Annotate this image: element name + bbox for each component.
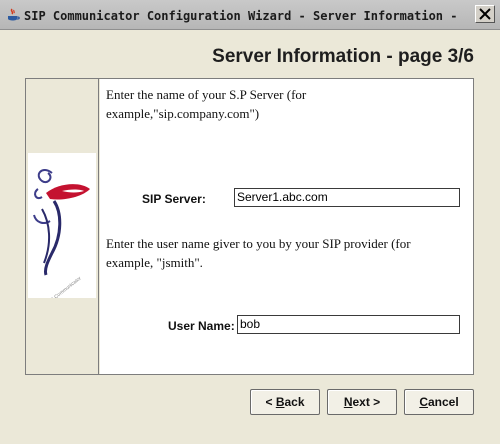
wizard-side-panel: SIP Communicator — [26, 79, 99, 374]
username-label: User Name: — [168, 319, 235, 333]
cancel-rest: ancel — [427, 395, 459, 409]
next-rest: ext > — [352, 395, 381, 409]
username-input[interactable]: bob — [237, 315, 460, 334]
logo-text: SIP Communicator — [46, 275, 83, 298]
server-form: Enter the name of your S.P Server (for e… — [100, 79, 473, 374]
back-button[interactable]: < Back — [250, 389, 320, 415]
cancel-button[interactable]: Cancel — [404, 389, 474, 415]
java-app-icon — [8, 8, 20, 21]
title-bar[interactable]: SIP Communicator Configuration Wizard - … — [0, 0, 500, 30]
close-button[interactable] — [475, 5, 495, 23]
back-prefix: < — [265, 395, 276, 409]
back-rest: ack — [284, 395, 305, 409]
close-icon — [479, 8, 491, 20]
username-instruction: Enter the user name giver to you by your… — [106, 236, 411, 270]
server-instruction: Enter the name of your S.P Server (for e… — [106, 87, 307, 121]
wizard-content: SIP Communicator Enter the name of your … — [25, 78, 474, 375]
page-title: Server Information - page 3/6 — [212, 46, 474, 67]
logo-graphic: SIP Communicator — [33, 169, 90, 306]
sip-server-label: SIP Server: — [142, 192, 206, 206]
cancel-mnemonic: C — [419, 395, 428, 409]
sip-server-input[interactable]: Server1.abc.com — [234, 188, 460, 207]
next-button[interactable]: Next > — [327, 389, 397, 415]
sip-communicator-logo: SIP Communicator — [28, 153, 96, 306]
window-title: SIP Communicator Configuration Wizard - … — [24, 9, 464, 23]
wizard-header: Server Information - page 3/6 — [0, 30, 500, 77]
